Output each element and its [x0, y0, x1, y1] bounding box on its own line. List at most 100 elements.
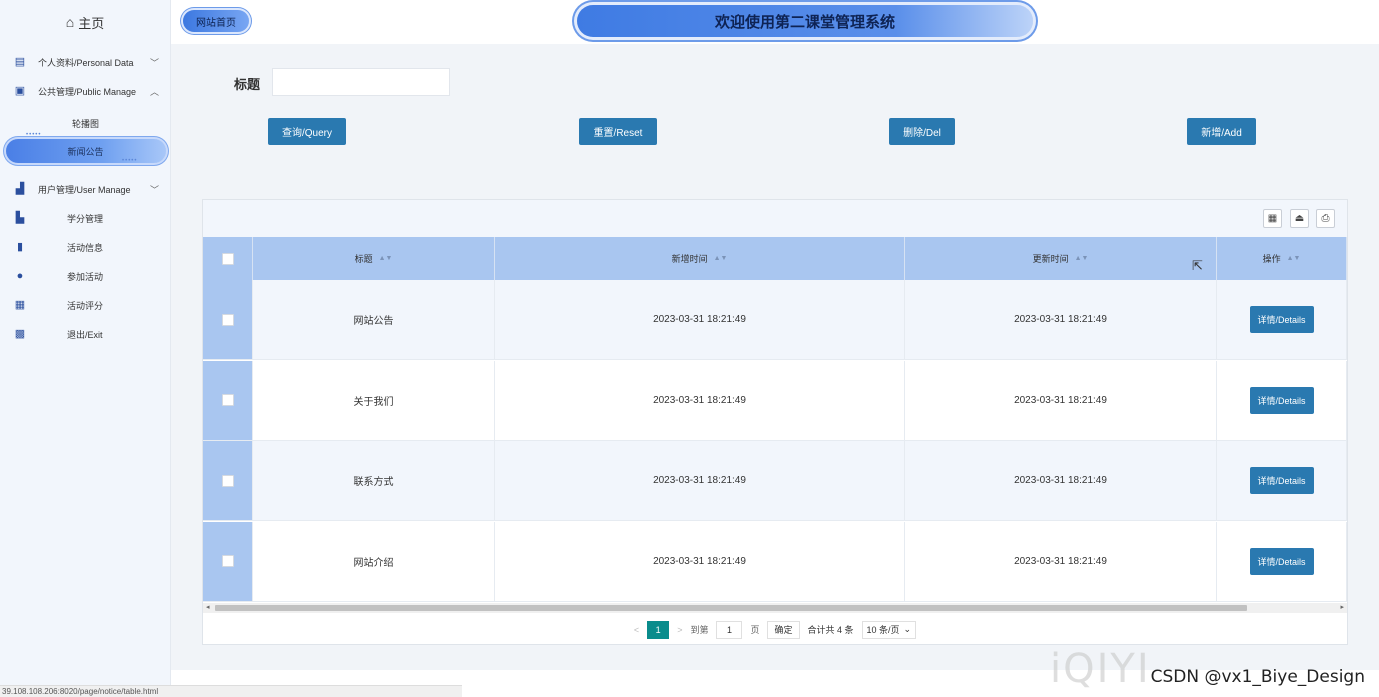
sidebar-subitem-news[interactable]: 新闻公告	[0, 139, 171, 163]
cell-text: 2023-03-31 18:21:49	[653, 394, 746, 406]
column-header-created[interactable]: 新增时间 ▲▼	[495, 237, 905, 280]
table-row[interactable]: 关于我们 2023-03-31 18:21:49 2023-03-31 18:21:…	[203, 360, 1347, 441]
details-button[interactable]: 详情/Details	[1249, 467, 1314, 494]
page-unit-label: 页	[750, 625, 760, 635]
row-updated-cell: 2023-03-31 18:21:49	[905, 360, 1217, 441]
select-all-checkbox[interactable]	[221, 252, 234, 265]
prev-page-icon[interactable]: <	[634, 625, 639, 635]
cell-text: 关于我们	[353, 396, 394, 408]
person-icon: ●	[16, 270, 24, 282]
sidebar-item-activity-info[interactable]: ▮ 活动信息	[0, 235, 171, 259]
status-bar-url: 39.108.108.206:8020/page/notice/table.ht…	[0, 685, 462, 697]
export-icon[interactable]: ⏏	[1290, 209, 1309, 228]
row-checkbox[interactable]	[221, 555, 234, 567]
row-title-cell: 联系方式	[253, 441, 495, 521]
cell-text: 2023-03-31 18:21:49	[653, 555, 746, 567]
sidebar-home-label: 主页	[78, 15, 105, 31]
sidebar-item-join-activity[interactable]: ● 参加活动	[0, 264, 171, 288]
chevron-down-icon: ⌄	[903, 624, 912, 634]
columns-icon[interactable]: ▦	[1263, 209, 1282, 228]
select-all-cell	[203, 237, 253, 280]
header: 网站首页 欢迎使用第二课堂管理系统	[171, 0, 1379, 44]
row-updated-cell: 2023-03-31 18:21:49	[905, 521, 1217, 602]
column-header-title[interactable]: 标题 ▲▼	[253, 237, 495, 280]
sidebar-item-personal-data[interactable]: ▤ 个人资料/Personal Data ﹀	[0, 50, 171, 74]
row-created-cell: 2023-03-31 18:21:49	[495, 441, 905, 521]
pagination: < 1 > 到第 1 页 确定 合计共 4 条 10 条/页 ⌄	[203, 613, 1347, 646]
calendar-check-icon: ▩	[14, 328, 26, 340]
row-checkbox[interactable]	[221, 394, 234, 406]
cell-text: 2023-03-31 18:21:49	[1014, 394, 1107, 406]
row-select-cell	[203, 360, 253, 441]
row-updated-cell: 2023-03-31 18:21:49	[905, 441, 1217, 521]
table-toolbar: ▦ ⏏ ⎙	[203, 200, 1347, 237]
scrollbar-thumb[interactable]	[215, 605, 1247, 611]
sidebar-item-label: 退出/Exit	[67, 329, 103, 340]
chart-icon: ▙	[15, 212, 25, 224]
print-icon[interactable]: ⎙	[1316, 209, 1335, 228]
sidebar-item-user-manage[interactable]: ▟ 用户管理/User Manage ﹀	[0, 177, 171, 201]
sidebar-home[interactable]: ⌂ 主页	[0, 0, 170, 44]
title-search-input[interactable]	[272, 68, 450, 96]
row-actions-cell: 详情/Details	[1217, 521, 1347, 602]
sidebar-item-exit[interactable]: ▩ 退出/Exit	[0, 322, 171, 346]
table-row[interactable]: 网站介绍 2023-03-31 18:21:49 2023-03-31 18:21:…	[203, 521, 1347, 602]
page-title-text: 欢迎使用第二课堂管理系统	[714, 13, 895, 31]
goto-confirm-button[interactable]: 确定	[767, 620, 800, 639]
goto-page-input[interactable]: 1	[716, 620, 743, 639]
delete-button[interactable]: 删除/Del	[889, 118, 955, 145]
sidebar-item-label: 活动信息	[67, 242, 104, 253]
clipboard-icon: ▣	[14, 85, 26, 97]
table-panel: ▦ ⏏ ⎙ 标题 ▲▼ 新增时间 ▲▼ 更新时间 ▲▼ 操作 ▲▼ 网站公告 2023-0…	[202, 199, 1348, 645]
chevron-down-icon: ﹀	[150, 57, 160, 68]
home-page-button[interactable]: 网站首页	[183, 10, 249, 32]
column-header-label: 操作	[1262, 254, 1281, 264]
csdn-watermark: CSDN @vx1_Biye_Design	[1150, 667, 1365, 687]
cell-text: 网站介绍	[353, 557, 394, 569]
column-header-actions[interactable]: 操作 ▲▼	[1217, 237, 1347, 280]
sort-icon: ▲▼	[1074, 255, 1089, 262]
horizontal-scrollbar[interactable]: ◂ ▸	[203, 603, 1347, 613]
sort-icon: ▲▼	[1286, 255, 1301, 262]
users-chart-icon: ▟	[15, 183, 25, 195]
details-button[interactable]: 详情/Details	[1249, 386, 1314, 414]
row-checkbox[interactable]	[221, 313, 234, 326]
row-actions-cell: 详情/Details	[1217, 280, 1347, 360]
scroll-left-icon[interactable]: ◂	[206, 603, 210, 611]
cell-text: 联系方式	[353, 477, 394, 488]
cell-text: 2023-03-31 18:21:49	[653, 475, 746, 486]
details-button[interactable]: 详情/Details	[1249, 547, 1314, 575]
page-size-select[interactable]: 10 条/页 ⌄	[861, 620, 917, 639]
sidebar-item-label: 公共管理/Public Manage	[38, 86, 137, 97]
table-row[interactable]: 网站公告 2023-03-31 18:21:49 2023-03-31 18:21:…	[203, 280, 1347, 360]
sidebar: ⌂ 主页 ▤ 个人资料/Personal Data ﹀ ▣ 公共管理/Publi…	[0, 0, 171, 685]
reset-button[interactable]: 重置/Reset	[579, 118, 657, 145]
column-header-updated[interactable]: 更新时间 ▲▼	[905, 237, 1217, 280]
query-button[interactable]: 查询/Query	[268, 118, 346, 145]
chevron-down-icon: ﹀	[150, 184, 160, 195]
sidebar-item-activity-rating[interactable]: ▦ 活动评分	[0, 293, 171, 317]
sidebar-item-public-manage[interactable]: ▣ 公共管理/Public Manage ︿	[0, 79, 171, 103]
sidebar-item-credits[interactable]: ▙ 学分管理	[0, 206, 171, 230]
row-select-cell	[203, 441, 253, 521]
sidebar-item-label: 参加活动	[67, 271, 104, 282]
sidebar-subitem-label: 轮播图	[71, 118, 99, 129]
row-created-cell: 2023-03-31 18:21:49	[495, 521, 905, 602]
scroll-right-icon[interactable]: ▸	[1340, 603, 1344, 611]
table-row[interactable]: 联系方式 2023-03-31 18:21:49 2023-03-31 18:21:…	[203, 441, 1347, 521]
page-title: 欢迎使用第二课堂管理系统	[577, 5, 1033, 37]
add-button[interactable]: 新增/Add	[1187, 118, 1256, 145]
cell-text: 2023-03-31 18:21:49	[1014, 555, 1107, 567]
sidebar-subitem-carousel[interactable]: 轮播图	[0, 112, 171, 134]
row-actions-cell: 详情/Details	[1217, 441, 1347, 521]
row-checkbox[interactable]	[221, 474, 234, 487]
details-button[interactable]: 详情/Details	[1249, 306, 1314, 333]
next-page-icon[interactable]: >	[677, 625, 682, 635]
sidebar-item-label: 个人资料/Personal Data	[38, 57, 134, 68]
decor-dots: •••••	[122, 158, 138, 164]
sort-icon: ▲▼	[378, 255, 393, 262]
page-size-value: 10 条/页	[866, 625, 900, 635]
cell-text: 2023-03-31 18:21:49	[653, 314, 746, 325]
current-page[interactable]: 1	[647, 620, 670, 639]
search-label: 标题	[234, 77, 261, 92]
